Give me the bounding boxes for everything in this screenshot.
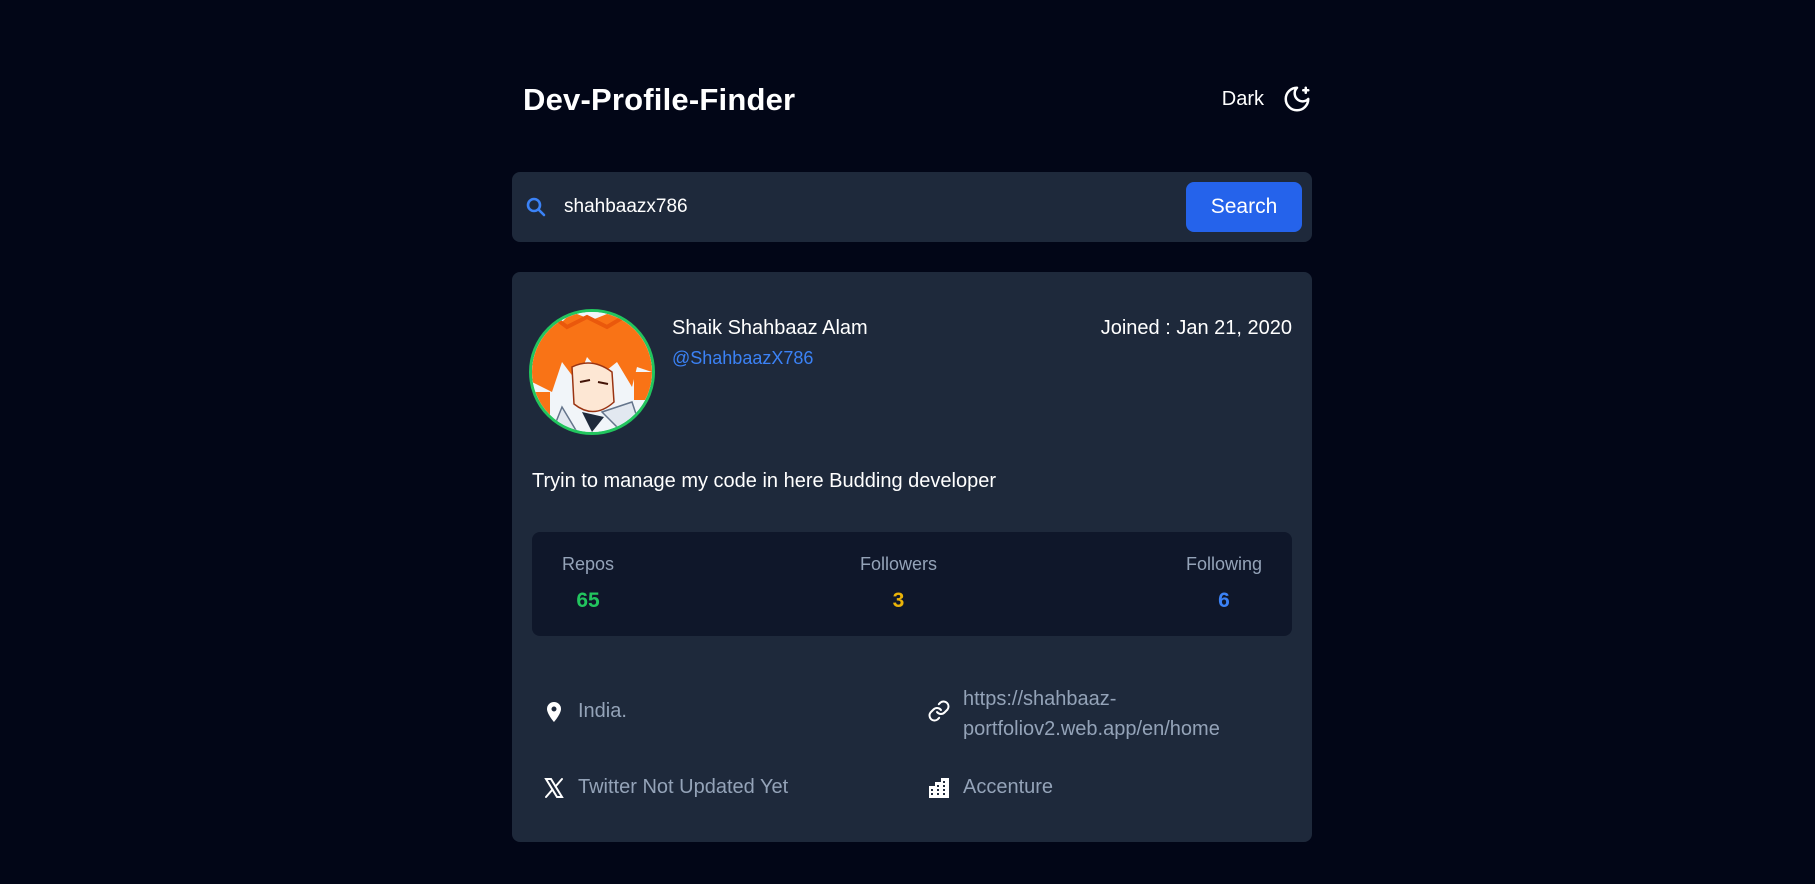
location-text: India. [578,700,627,722]
twitter-text: Twitter Not Updated Yet [578,776,789,798]
theme-label: Dark [1221,87,1264,110]
moon-icon [1284,86,1310,112]
stat-following: Following 6 [1186,554,1262,613]
search-button[interactable]: Search [1186,182,1302,232]
stat-repos: Repos 65 [562,554,614,613]
website-link[interactable]: https://shahbaaz-portfoliov2.web.app/en/… [963,684,1267,744]
company-text: Accenture [963,776,1054,798]
link-icon [928,700,950,722]
stats-panel: Repos 65 Followers 3 Following 6 [532,532,1292,636]
profile-username-link[interactable]: @ShahbaazX786 [672,348,813,369]
avatar [529,309,655,435]
stat-value: 3 [892,589,905,612]
joined-date: Joined : Jan 21, 2020 [1100,317,1292,339]
stat-label: Following [1185,554,1262,574]
search-bar: Search [512,172,1312,242]
info-location: India. [542,700,627,724]
stat-followers: Followers 3 [860,554,937,613]
search-icon [526,197,546,217]
profile-card: Shaik Shahbaaz Alam @ShahbaazX786 Joined… [512,272,1312,842]
theme-toggle[interactable]: Dark [1222,84,1312,114]
avatar-image [532,312,652,432]
profile-name: Shaik Shahbaaz Alam [672,317,868,339]
profile-bio: Tryin to manage my code in here Budding … [532,470,996,492]
stat-value: 65 [576,589,600,612]
search-input[interactable] [564,190,1164,224]
stat-value: 6 [1218,589,1230,612]
map-pin-icon [547,702,561,722]
stat-label: Followers [860,554,938,574]
info-company: Accenture [927,776,1053,800]
stat-label: Repos [562,554,615,574]
x-twitter-icon [544,778,564,798]
app-title: Dev-Profile-Finder [523,82,796,117]
info-twitter: Twitter Not Updated Yet [542,776,788,800]
info-website[interactable]: https://shahbaaz-portfoliov2.web.app/en/… [927,684,1267,744]
building-icon [929,778,949,798]
